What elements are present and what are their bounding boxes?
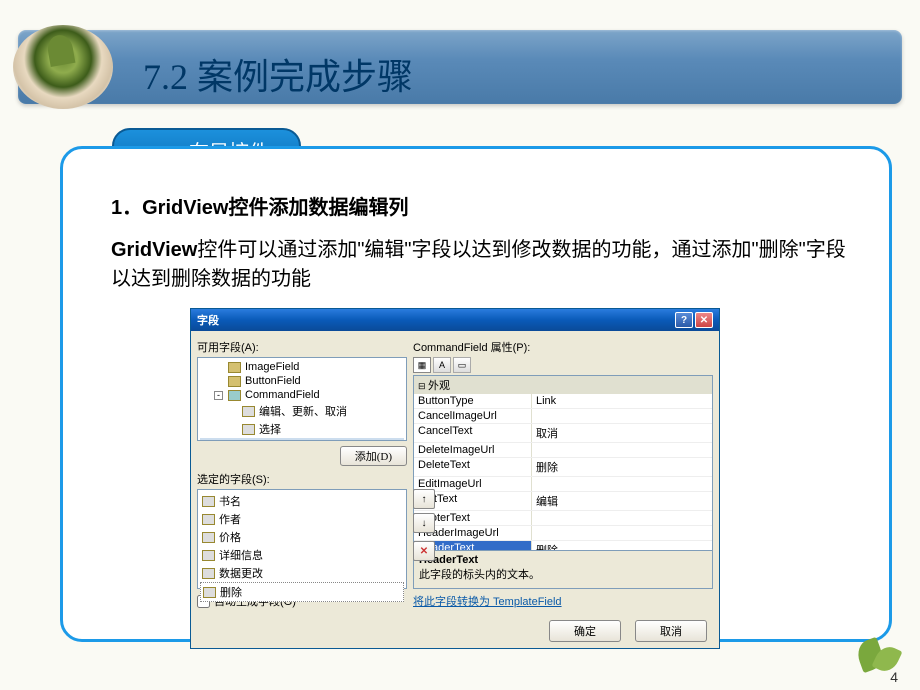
available-fields-tree[interactable]: ImageFieldButtonField-CommandField编辑、更新、…	[197, 357, 407, 441]
help-button[interactable]: ?	[675, 312, 693, 328]
heading-gridview: GridView	[142, 197, 228, 219]
property-label: CommandField 属性(P):	[413, 339, 713, 355]
fields-dialog: 字段 ? ✕ 可用字段(A): ImageFieldButtonField-Co…	[190, 308, 720, 649]
content-heading: 1．GridView控件添加数据编辑列	[111, 191, 849, 220]
heading-number: 1．	[111, 197, 142, 219]
list-item[interactable]: 详细信息	[200, 546, 404, 564]
property-toolbar: ▦ A ▭	[413, 357, 713, 373]
close-button[interactable]: ✕	[695, 312, 713, 328]
prop-desc-text: 此字段的标头内的文本。	[419, 569, 540, 581]
list-item[interactable]: 书名	[200, 492, 404, 510]
header-band: 7.2 案例完成步骤	[18, 30, 902, 104]
dialog-titlebar[interactable]: 字段 ? ✕	[191, 309, 719, 331]
move-up-button[interactable]: ↑	[413, 489, 435, 509]
property-row[interactable]: CancelImageUrl	[414, 409, 712, 424]
selected-fields-label: 选定的字段(S):	[197, 471, 407, 487]
desc-gridview: GridView	[111, 239, 197, 261]
available-fields-label: 可用字段(A):	[197, 339, 407, 355]
property-description: HeaderText 此字段的标头内的文本。	[413, 551, 713, 589]
page-title: 7.2 案例完成步骤	[143, 48, 413, 100]
header-decorative-photo	[13, 25, 113, 109]
list-item[interactable]: 价格	[200, 528, 404, 546]
content-area: 1．GridView控件添加数据编辑列 GridView控件可以通过添加"编辑"…	[111, 191, 849, 294]
property-section[interactable]: 外观	[414, 376, 712, 394]
list-item[interactable]: 删除	[200, 582, 404, 602]
prop-sort-cat-icon[interactable]: ▦	[413, 357, 431, 373]
tree-item[interactable]: 选择	[200, 420, 404, 438]
page-number: 4	[890, 669, 898, 685]
tree-item[interactable]: 删除	[200, 438, 404, 441]
remove-button[interactable]: ✕	[413, 541, 435, 561]
heading-rest: 控件添加数据编辑列	[228, 197, 408, 219]
list-item[interactable]: 作者	[200, 510, 404, 528]
property-row[interactable]: HeaderImageUrl	[414, 526, 712, 541]
property-row[interactable]: FooterText	[414, 511, 712, 526]
prop-sort-az-icon[interactable]: A	[433, 357, 451, 373]
tree-item[interactable]: -CommandField	[200, 388, 404, 402]
tree-item[interactable]: ImageField	[200, 360, 404, 374]
dialog-title-text: 字段	[197, 312, 219, 328]
add-button[interactable]: 添加(D)	[340, 446, 407, 466]
property-row[interactable]: CancelText取消	[414, 424, 712, 443]
property-row[interactable]: DeleteText删除	[414, 458, 712, 477]
property-row[interactable]: EditText编辑	[414, 492, 712, 511]
move-down-button[interactable]: ↓	[413, 513, 435, 533]
list-item[interactable]: 数据更改	[200, 564, 404, 582]
tree-item[interactable]: 编辑、更新、取消	[200, 402, 404, 420]
ok-button[interactable]: 确定	[549, 620, 621, 642]
selected-fields-list[interactable]: 书名作者价格详细信息数据更改删除	[197, 489, 407, 589]
property-grid[interactable]: 外观ButtonTypeLinkCancelImageUrlCancelText…	[413, 375, 713, 551]
cancel-button[interactable]: 取消	[635, 620, 707, 642]
property-row[interactable]: ButtonTypeLink	[414, 394, 712, 409]
prop-page-icon[interactable]: ▭	[453, 357, 471, 373]
desc-rest: 控件可以通过添加"编辑"字段以达到修改数据的功能，通过添加"删除"字段以达到删除…	[111, 239, 846, 290]
property-row[interactable]: EditImageUrl	[414, 477, 712, 492]
convert-template-link[interactable]: 将此字段转换为 TemplateField	[413, 596, 562, 608]
tree-item[interactable]: ButtonField	[200, 374, 404, 388]
property-row[interactable]: DeleteImageUrl	[414, 443, 712, 458]
property-row[interactable]: HeaderText删除	[414, 541, 712, 551]
content-description: GridView控件可以通过添加"编辑"字段以达到修改数据的功能，通过添加"删除…	[111, 236, 849, 294]
